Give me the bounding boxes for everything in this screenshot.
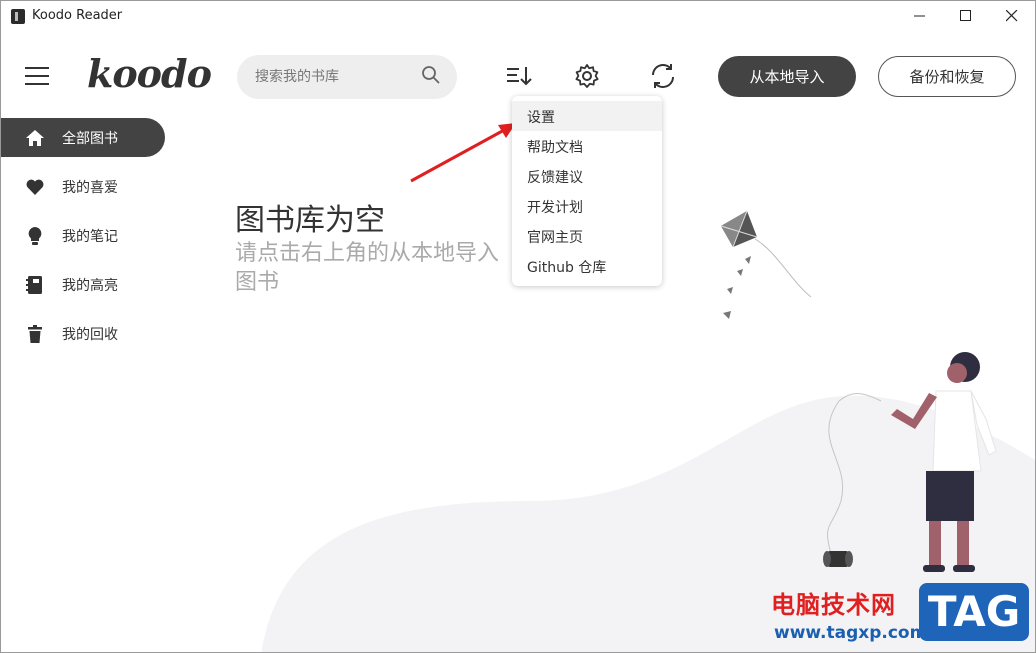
gear-icon[interactable] (573, 62, 601, 90)
home-icon (26, 130, 44, 146)
sidebar-item-all-books[interactable]: 全部图书 (1, 118, 165, 157)
trash-icon (28, 325, 42, 343)
menu-item-help-docs[interactable]: 帮助文档 (512, 131, 662, 161)
watermark-url: www.tagxp.com (774, 623, 928, 643)
window-title: Koodo Reader (32, 8, 123, 23)
app-logo-icon (11, 9, 25, 24)
app-logo: koodo (87, 51, 212, 96)
watermark-text: 电脑技术网 (771, 591, 896, 619)
notebook-icon (26, 276, 42, 294)
sidebar-item-highlights[interactable]: 我的高亮 (1, 265, 165, 304)
menu-item-website[interactable]: 官网主页 (512, 221, 662, 251)
close-icon (1006, 10, 1018, 22)
sync-icon[interactable] (649, 62, 677, 90)
maximize-icon (960, 10, 971, 21)
close-button[interactable] (989, 1, 1035, 32)
menu-item-github[interactable]: Github 仓库 (512, 251, 662, 281)
title-bar: Koodo Reader (1, 1, 1035, 32)
menu-item-feedback[interactable]: 反馈建议 (512, 161, 662, 191)
hamburger-icon (25, 67, 49, 69)
settings-dropdown-menu: 设置 帮助文档 反馈建议 开发计划 官网主页 Github 仓库 (512, 96, 662, 286)
sort-icon[interactable] (505, 62, 533, 90)
menu-item-settings[interactable]: 设置 (512, 101, 662, 131)
menu-item-roadmap[interactable]: 开发计划 (512, 191, 662, 221)
sidebar-item-label: 我的高亮 (62, 278, 118, 294)
annotation-arrow-icon (410, 123, 516, 183)
sidebar-item-label: 我的喜爱 (62, 180, 118, 196)
watermark-badge: TAG (919, 583, 1029, 641)
sidebar-item-label: 我的回收 (62, 327, 118, 343)
search-icon[interactable] (421, 65, 441, 85)
menu-toggle-button[interactable] (25, 67, 49, 87)
sidebar-item-label: 全部图书 (62, 131, 118, 147)
maximize-button[interactable] (943, 1, 989, 32)
empty-library-title: 图书库为空 (235, 203, 385, 238)
import-local-button[interactable]: 从本地导入 (718, 56, 856, 97)
lightbulb-icon (28, 227, 42, 245)
minimize-icon (914, 15, 925, 17)
search-input[interactable] (255, 66, 415, 88)
sidebar-item-label: 我的笔记 (62, 229, 118, 245)
minimize-button[interactable] (897, 1, 943, 32)
heart-icon (26, 179, 44, 195)
app-window: Koodo Reader koodo 从本地导入 (0, 0, 1036, 653)
empty-library-subtitle: 请点击右上角的从本地导入图书 (235, 241, 500, 295)
sidebar-item-notes[interactable]: 我的笔记 (1, 216, 165, 255)
backup-restore-button[interactable]: 备份和恢复 (878, 56, 1016, 97)
sidebar-item-favorites[interactable]: 我的喜爱 (1, 167, 165, 206)
sidebar-item-trash[interactable]: 我的回收 (1, 314, 165, 353)
